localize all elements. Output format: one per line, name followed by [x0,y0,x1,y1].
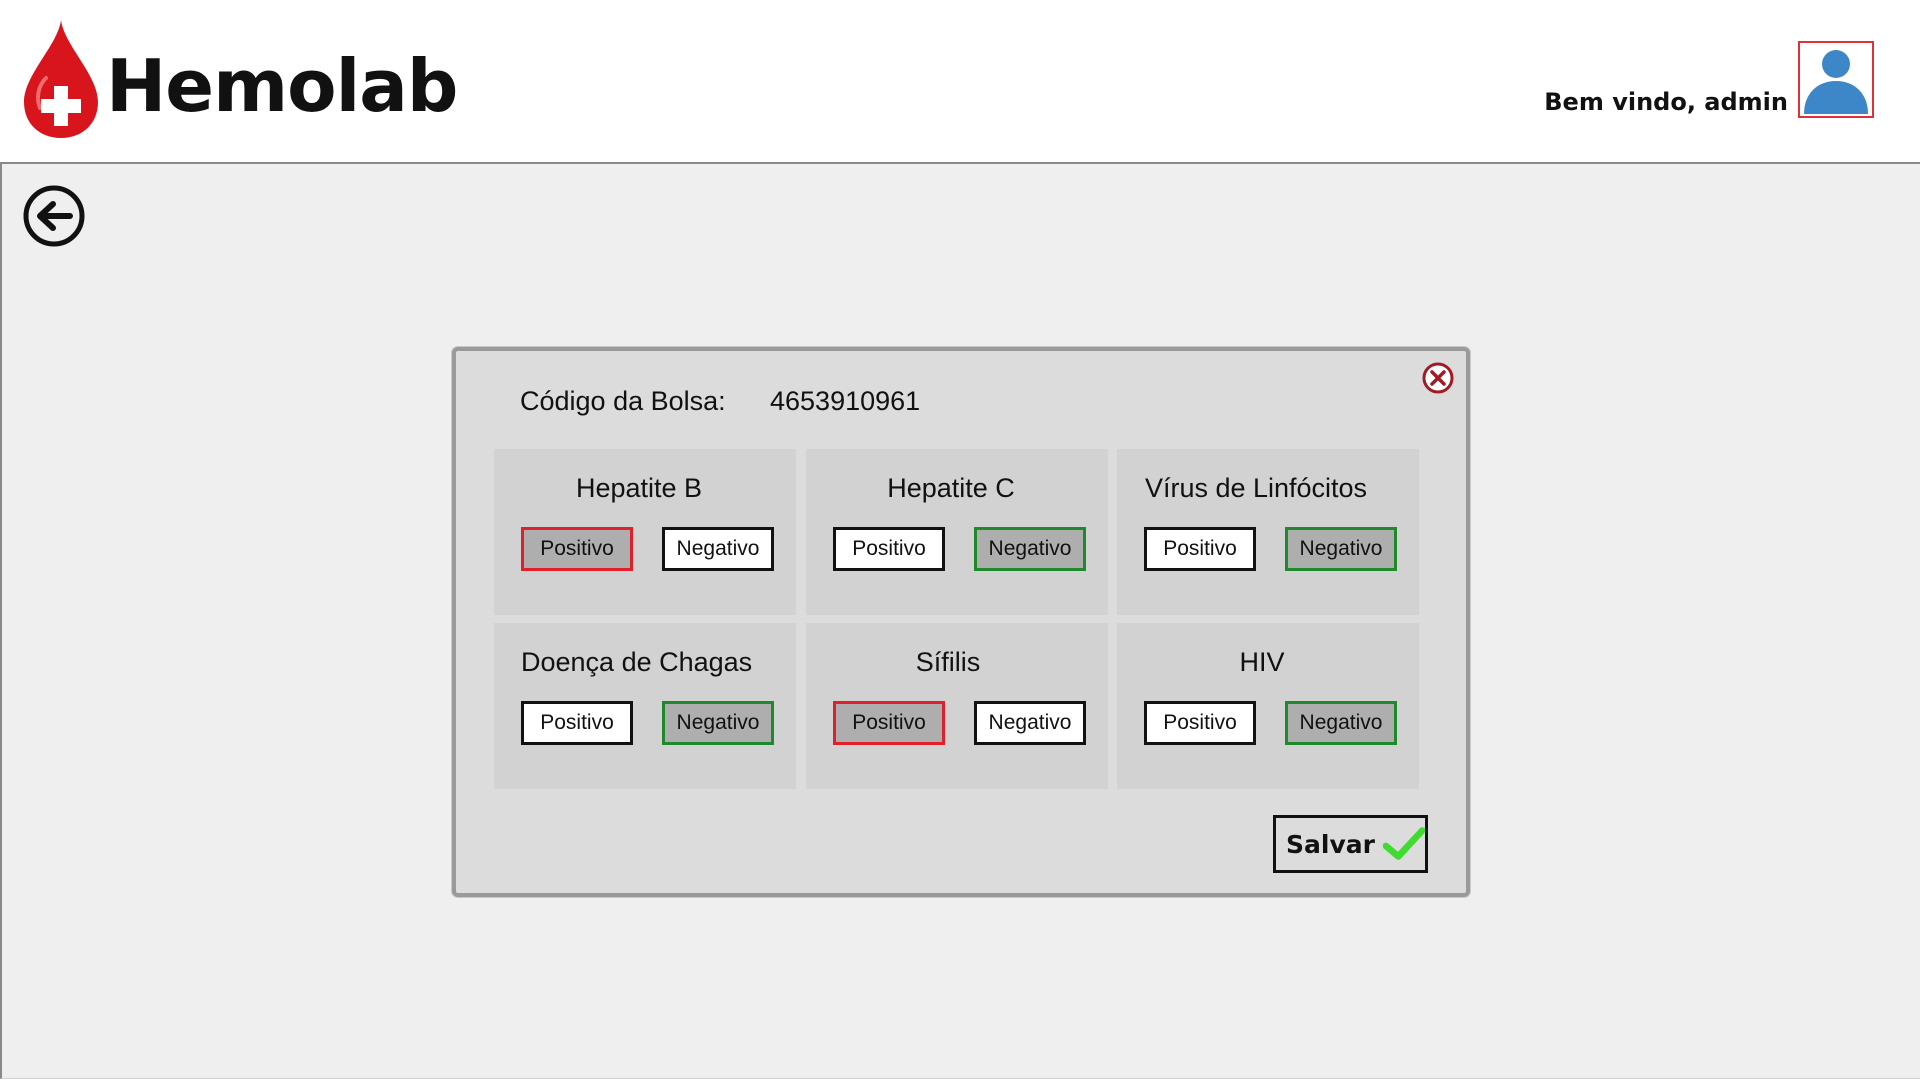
negative-button[interactable]: Negativo [1285,527,1397,571]
positive-button[interactable]: Positivo [1144,701,1256,745]
positive-button[interactable]: Positivo [1144,527,1256,571]
test-name: HIV [1239,647,1285,677]
test-card-doenca-chagas: Doença de Chagas Positivo Negativo [494,623,796,789]
test-name: Vírus de Linfócitos [1144,473,1368,503]
negative-button[interactable]: Negativo [974,701,1086,745]
save-button[interactable]: Salvar [1273,815,1428,873]
test-card-hiv: HIV Positivo Negativo [1117,623,1419,789]
negative-button[interactable]: Negativo [1285,701,1397,745]
test-name: Hepatite B [575,473,703,503]
test-name: Doença de Chagas [521,647,753,677]
checkmark-icon [1382,827,1425,860]
test-name: Hepatite C [887,473,1015,503]
user-avatar-icon [1804,50,1868,114]
positive-button[interactable]: Positivo [833,527,945,571]
positive-button[interactable]: Positivo [521,701,633,745]
positive-button[interactable]: Positivo [521,527,633,571]
test-name: Sífilis [915,647,981,677]
test-card-sifilis: Sífilis Positivo Negativo [806,623,1108,789]
user-avatar-button[interactable] [1798,41,1874,118]
app-name: Hemolab [106,44,458,128]
negative-button[interactable]: Negativo [662,701,774,745]
test-card-hepatite-c: Hepatite C Positivo Negativo [806,449,1108,615]
negative-button[interactable]: Negativo [662,527,774,571]
welcome-text: Bem vindo, admin [1544,88,1788,116]
close-circle-icon[interactable] [1421,361,1455,395]
blood-drop-cross-icon [24,20,98,138]
bag-code-value: 4653910961 [770,386,921,416]
test-card-virus-linfocitos: Vírus de Linfócitos Positivo Negativo [1117,449,1419,615]
test-card-hepatite-b: Hepatite B Positivo Negativo [494,449,796,615]
negative-button[interactable]: Negativo [974,527,1086,571]
save-label: Salvar [1286,829,1375,859]
app-header: Hemolab Bem vindo, admin [0,0,1920,164]
bag-code-label: Código da Bolsa: [520,386,726,416]
positive-button[interactable]: Positivo [833,701,945,745]
back-arrow-icon[interactable] [22,184,86,248]
